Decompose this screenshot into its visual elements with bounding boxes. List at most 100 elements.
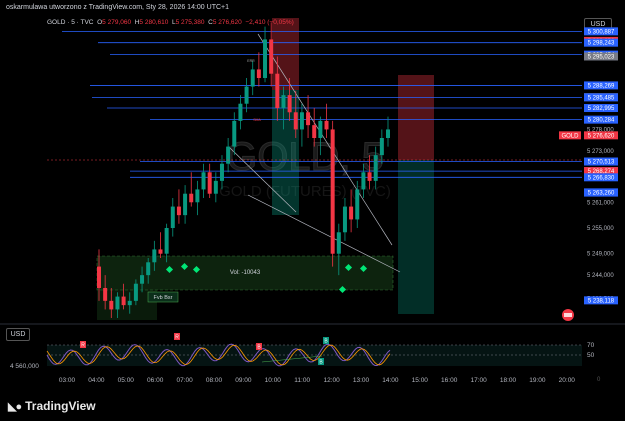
candle-body [170, 206, 175, 228]
x-tick-label: 12:00 [323, 377, 340, 384]
candle-body [152, 249, 157, 263]
osc-marker-r1: R [81, 343, 85, 349]
candle-body [318, 120, 323, 138]
osc-scale-70: 70 [587, 342, 595, 349]
candle-body [342, 206, 347, 233]
osc-marker-r2: R [175, 335, 179, 341]
candle-body [379, 138, 384, 156]
candle-body [183, 193, 188, 216]
price-labels: 5 300,8875 298,6565 298,2435 295,4545 29… [559, 27, 618, 305]
x-tick-label: 17:00 [470, 377, 487, 384]
price-label: 5 295,023 [588, 54, 615, 60]
candle-body [146, 262, 151, 276]
candle-body [121, 296, 126, 306]
x-tick-label: 11:00 [294, 377, 310, 384]
y-tick-label: 5 273,000 [587, 149, 614, 155]
small-tag-1: ERR [247, 59, 255, 63]
time-axis[interactable]: 03:00 04:00 05:00 06:00 07:00 08:00 09:00 10:00… [59, 377, 575, 384]
x-tick-label: 19:00 [529, 377, 546, 384]
y-axis-ticks: 5 278,0005 273,0005 261,0005 255,0005 24… [587, 127, 614, 302]
candle-body [293, 112, 298, 130]
candle-body [312, 125, 317, 138]
candle-body [195, 189, 200, 203]
candle-body [219, 163, 224, 181]
candle-body [189, 193, 194, 203]
x-tick-label: 10:00 [265, 377, 282, 384]
y-tick-label: 5 244,000 [587, 273, 614, 279]
candle-body [207, 172, 212, 194]
candle-body [238, 103, 243, 121]
candle-body [109, 300, 114, 310]
price-label: 5 276,620 [588, 133, 615, 139]
osc-scale-0: 0 [597, 377, 601, 383]
candle-body [115, 296, 120, 310]
price-chart[interactable]: GOLD, 5 GOLD (FUTURES) (TVC) Fvb Bsr Vol… [0, 0, 625, 421]
candle-body [299, 112, 304, 130]
osc-scale-50: 50 [587, 352, 595, 359]
candle-body [201, 172, 206, 190]
fvg-label: Fvb Bsr [154, 295, 173, 301]
tradingview-logo-icon: ◣● [8, 400, 22, 413]
candle-body [287, 95, 292, 113]
x-tick-label: 13:00 [353, 377, 370, 384]
watermark-symbol: GOLD, 5 [226, 135, 384, 179]
candle-body [226, 146, 231, 164]
price-label: 5 300,887 [588, 29, 615, 35]
candle-body [158, 249, 163, 254]
candle-body [281, 95, 286, 108]
x-tick-label: 04:00 [88, 377, 105, 384]
y-tick-label: 5 255,000 [587, 226, 614, 232]
y-tick-label: 5 261,000 [587, 200, 614, 206]
candle-body [164, 228, 169, 254]
candle-body [127, 300, 132, 306]
candle-body [330, 129, 335, 254]
x-tick-label: 07:00 [176, 377, 193, 384]
target-zone-green [398, 160, 434, 314]
price-label: 5 288,269 [588, 83, 615, 89]
candle-body [213, 180, 218, 194]
x-tick-label: 03:00 [59, 377, 76, 384]
candle-body [275, 73, 280, 108]
candle-body [373, 155, 378, 181]
osc-currency-button[interactable]: USD [6, 328, 30, 341]
candle-body [232, 120, 237, 147]
candle-body [367, 172, 372, 181]
candle-body [244, 86, 249, 104]
candle-body [97, 266, 101, 288]
x-tick-label: 06:00 [147, 377, 164, 384]
candle-body [133, 283, 138, 301]
x-tick-label: 15:00 [412, 377, 429, 384]
brand-name: TradingView [25, 399, 96, 413]
short-zone-green [272, 90, 299, 215]
x-tick-label: 18:00 [500, 377, 517, 384]
price-label: 5 263,260 [588, 191, 615, 197]
candle-body [256, 69, 261, 78]
vol-label: Vol: -10043 [230, 270, 261, 276]
price-label: 5 298,243 [588, 41, 615, 47]
x-tick-label: 05:00 [118, 377, 135, 384]
candle-body [324, 120, 329, 130]
small-tag-2: SMA [253, 118, 261, 122]
scroll-to-latest-icon [564, 313, 572, 317]
candle-body [355, 189, 360, 220]
osc-left-value: 4 560,000 [10, 363, 39, 370]
candle-body [361, 172, 366, 190]
candle-body [349, 206, 354, 220]
candle-body [250, 69, 255, 87]
candle-body [269, 39, 274, 74]
price-label: 5 285,485 [588, 95, 615, 101]
candle-body [263, 39, 268, 78]
x-tick-label: 16:00 [441, 377, 458, 384]
price-label: 5 280,284 [588, 118, 615, 124]
price-label: 5 238,118 [588, 298, 615, 304]
candle-body [306, 112, 311, 126]
x-tick-label: 09:00 [235, 377, 252, 384]
candle-body [103, 288, 108, 301]
x-tick-label: 14:00 [382, 377, 399, 384]
target-zone-red [398, 75, 434, 160]
candle-body [176, 206, 181, 216]
candle-body [386, 129, 390, 138]
price-label: 5 270,513 [588, 160, 615, 166]
price-label: 5 266,830 [588, 175, 615, 181]
symbol-tag: GOLD [561, 133, 579, 139]
